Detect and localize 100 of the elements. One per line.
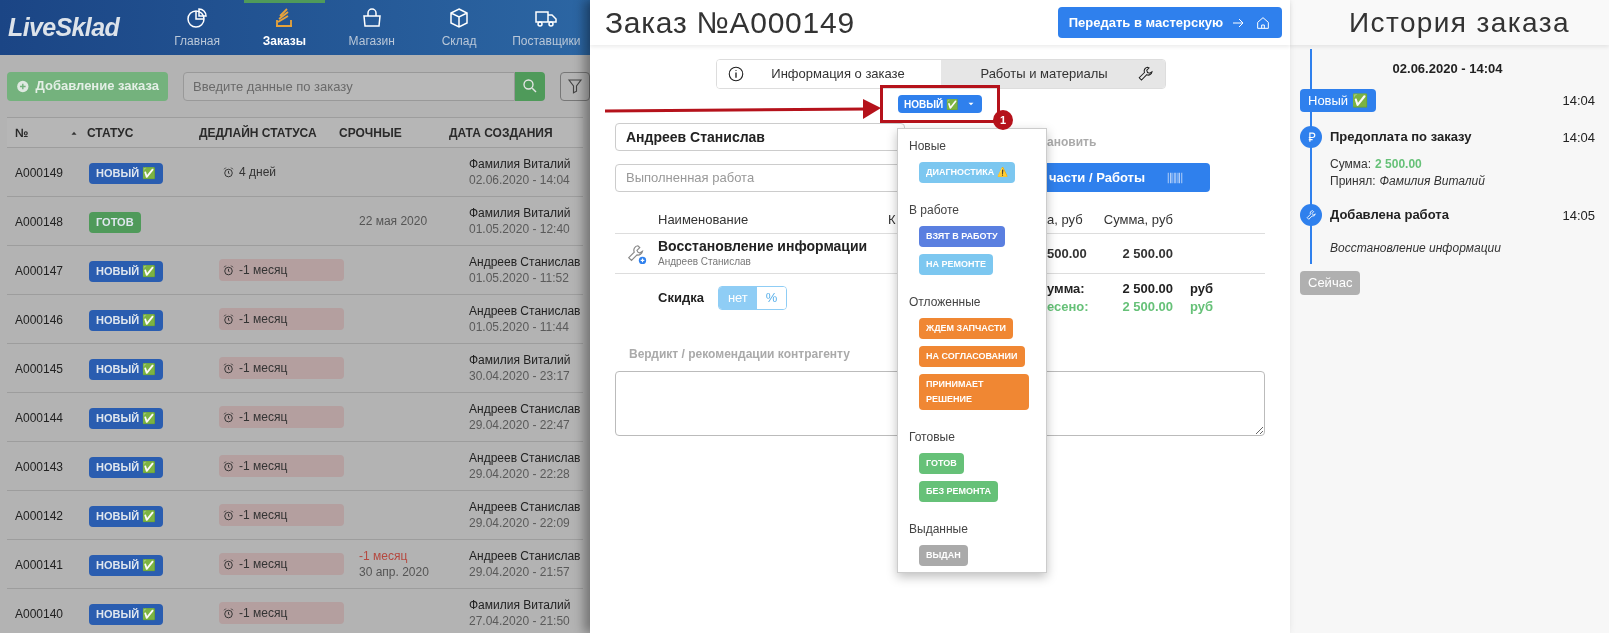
column-header[interactable]: № [15,123,29,142]
alarm-clock-icon [222,606,235,620]
house-icon [1255,14,1271,31]
deadline-text: -1 месяц [239,360,288,377]
wrench-add-icon [625,242,648,265]
menu-group-title: Выданные [909,521,969,538]
total-label: умма: [1047,280,1086,298]
alarm-clock-icon [222,361,235,375]
alarm-clock-icon [222,312,235,326]
nav-tab[interactable]: Склад [415,0,503,55]
deadline-text: -1 месяц [239,262,288,279]
history-title: История заказа [1348,5,1570,40]
detail-label: Сумма: [1330,156,1372,173]
alarm-clock-icon [222,508,235,522]
detail-label: Принял: [1330,173,1376,190]
verdict-label: Вердикт / рекомендации контрагенту [629,347,850,361]
total-value: 2 500.00 [1121,280,1173,298]
menu-group-title: В работе [909,202,960,219]
info-icon [727,65,745,83]
status-badge: НОВЫЙ ✅ [89,359,164,380]
column-header[interactable]: ДАТА СОЗДАНИЯ [449,123,553,142]
currency: руб [1190,280,1214,298]
status-option[interactable]: ВЗЯТ В РАБОТУ [919,226,1005,247]
order-title: Заказ №A000149 [605,5,855,41]
search-button[interactable] [515,71,545,101]
event-title: Добавлена работа [1330,206,1449,225]
plus-icon [16,78,30,94]
column-header[interactable]: ДЕДЛАЙН СТАТУСА [199,123,317,142]
creation-date: 01.05.2020 - 11:44 [469,319,570,335]
creation-date: 30.04.2020 - 23:17 [469,368,571,384]
status-badge: НОВЫЙ ✅ [89,555,164,576]
status-badge: НОВЫЙ ✅ [89,163,164,184]
creation-date: 01.05.2020 - 12:40 [469,221,571,237]
order-number[interactable]: A000146 [15,313,64,327]
logo: LiveSklad [8,11,121,43]
deadline-text: -1 месяц [239,409,288,426]
column-header[interactable]: СРОЧНЫЕ [339,123,402,142]
item-name: Восстановление информации [658,237,869,254]
pie-chart-icon [185,5,210,30]
status-badge: НОВЫЙ ✅ [89,310,164,331]
creation-date: 27.04.2020 - 21:50 [469,613,571,629]
alarm-clock-icon [222,557,235,571]
creator-name: Андреев Станислав [469,548,582,564]
creator-name: Фамилия Виталий [469,597,572,613]
tab[interactable]: Работы и материалы [941,60,1165,88]
creator-name: Андреев Станислав [469,401,582,417]
creator-name: Андреев Станислав [469,499,582,515]
urgent-date: 22 мая 2020 [359,213,429,229]
creation-date: 29.04.2020 - 22:09 [469,515,571,531]
menu-group-title: Отложенные [909,294,982,311]
event-time: 14:04 [1562,91,1595,110]
search-icon [521,77,539,95]
creator-name: Андреев Станислав [469,450,582,466]
creator-name: Фамилия Виталий [469,156,572,172]
nav-tab[interactable]: Поставщики [502,0,590,55]
deadline-text: -1 месяц [239,556,288,573]
creator-name: Фамилия Виталий [469,205,572,221]
order-number[interactable]: A000147 [15,264,64,278]
status-option[interactable]: НА СОГЛАСОВАНИИ [919,346,1025,367]
order-number[interactable]: A000149 [15,166,64,180]
creation-date: 29.04.2020 - 22:28 [469,466,571,482]
order-number[interactable]: A000145 [15,362,64,376]
order-number[interactable]: A000142 [15,509,64,523]
status-badge: ГОТОВ [89,212,141,233]
creator-name: Андреев Станислав [469,303,582,319]
wrench-icon [1137,65,1155,83]
search-field[interactable]: Введите данные по заказу [183,71,515,101]
order-number[interactable]: A000140 [15,607,64,621]
column-header: К [888,211,896,227]
transfer-button[interactable]: Передать в мастерскую [1057,7,1282,38]
alarm-clock-icon [222,263,235,277]
alarm-clock-icon [222,410,235,424]
order-number[interactable]: A000141 [15,558,64,572]
column-header: а, руб [1047,211,1083,227]
deadline-text: -1 месяц [239,458,288,475]
status-badge: НОВЫЙ ✅ [89,261,164,282]
status-badge: НОВЫЙ ✅ [89,408,164,429]
status-option[interactable]: ПРИНИМАЕТ РЕШЕНИЕ [919,374,1029,410]
status-option[interactable]: ЖДЕМ ЗАПЧАСТИ [919,318,1013,339]
alarm-clock-icon [222,459,235,473]
filter-icon [566,77,584,95]
creation-date: 01.05.2020 - 11:52 [469,270,570,286]
client-field[interactable]: Андреев Станислав [615,123,905,151]
status-badge: Новый ✅ [1300,88,1376,112]
event-time: 14:04 [1562,129,1595,147]
column-header[interactable]: СТАТУС [87,123,134,142]
creation-date: 29.04.2020 - 22:47 [469,417,571,433]
parts-button[interactable]: части / Работы [1047,163,1210,192]
nav-tab[interactable]: Главная [153,0,241,55]
nav-tab[interactable]: Магазин [328,0,416,55]
total-value: 2 500.00 [1121,298,1173,316]
order-number[interactable]: A000148 [15,215,64,229]
nav-tab[interactable]: Заказы [240,0,329,55]
discount-label: Скидка [658,289,704,308]
total-label: есено: [1047,298,1090,316]
order-number[interactable]: A000143 [15,460,64,474]
deadline-text: -1 месяц [239,311,288,328]
status-button[interactable]: НОВЫЙ ✅ [898,95,982,113]
order-number[interactable]: A000144 [15,411,64,425]
item-price: 500.00 [1047,245,1087,261]
